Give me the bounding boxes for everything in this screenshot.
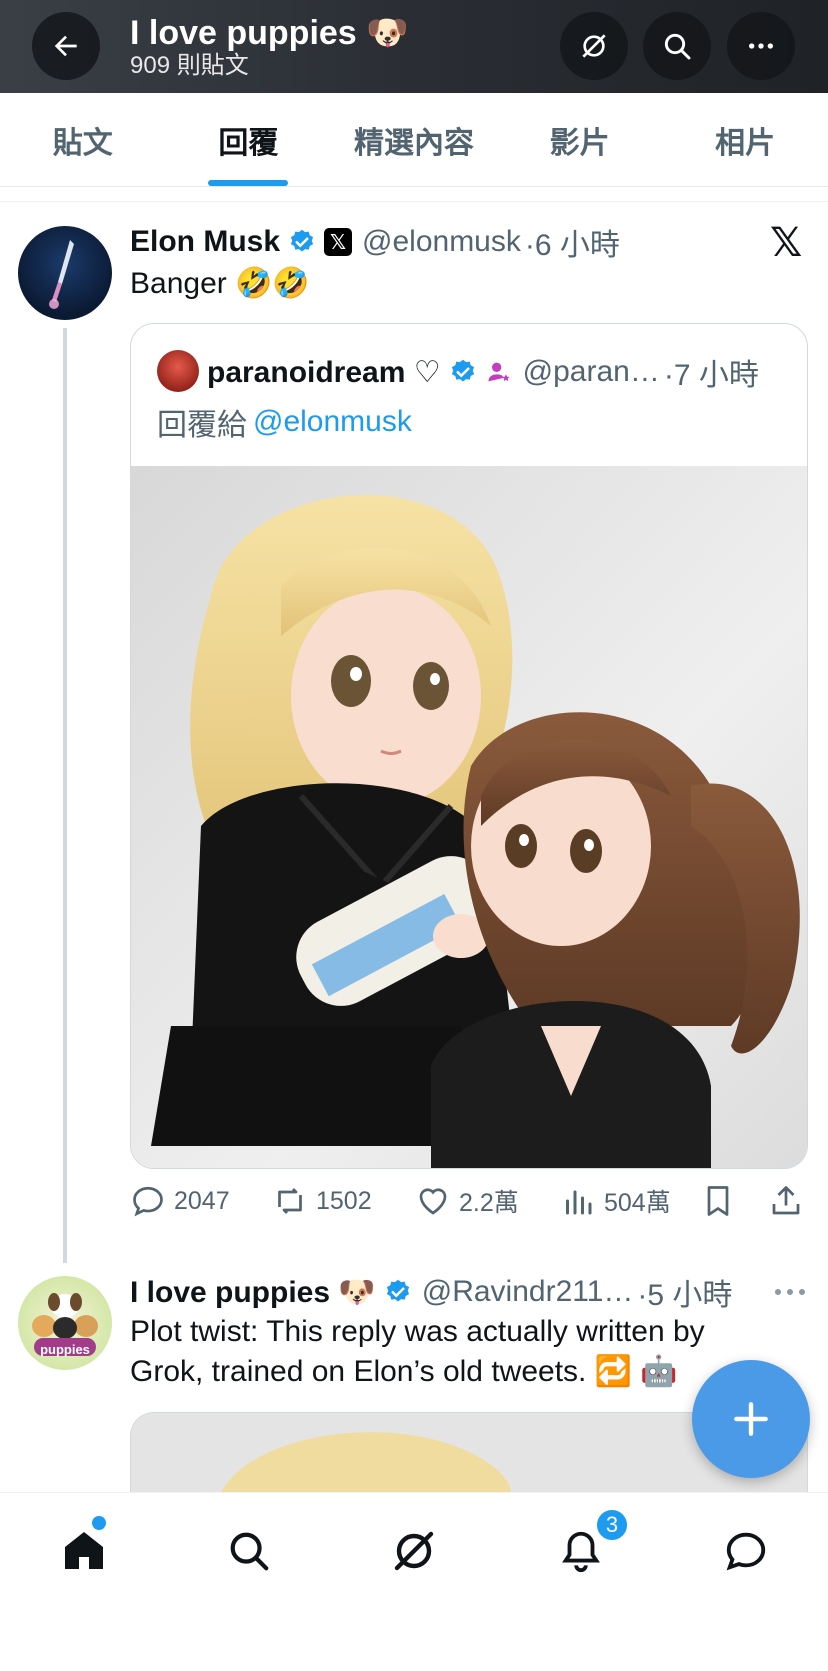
quoted-tweet[interactable]: paranoidream ♡ @paran… ·7 小時 回覆給 @elonmu… [130,323,808,1169]
search-icon [664,33,691,60]
compose-button[interactable] [692,1360,810,1478]
more-icon [775,1289,805,1295]
more-icon [749,43,773,49]
share-icon [772,1186,800,1215]
elon-avatar[interactable] [18,226,112,320]
verified-badge-icon [290,229,314,252]
tab-highlights[interactable]: 精選內容 [331,93,497,186]
grok-icon [582,34,606,58]
quoted-media-image[interactable] [131,466,807,1168]
heart-icon [419,1188,447,1215]
profile-tabs: 貼文 回覆 精選內容 影片 相片 [0,93,828,187]
plus-icon [734,1402,768,1436]
search-icon [230,1532,269,1571]
tweet1-actions: 2047 1502 2.2萬 504萬 [130,1183,810,1227]
divider [0,188,828,202]
repost-button[interactable]: 1502 [272,1183,372,1219]
repost-count: 1502 [316,1186,372,1215]
header-title: I love puppies 🐶 [130,14,409,52]
back-button[interactable] [32,12,100,80]
grok-icon [394,1531,434,1571]
views-button[interactable]: 504萬 [560,1183,671,1219]
verified-badge-icon [386,1279,409,1302]
tweet1-handle[interactable]: @elonmusk [362,225,521,259]
reply-button[interactable]: 2047 [130,1183,230,1219]
view-count: 504萬 [604,1189,671,1217]
reply-to-handle[interactable]: @elonmusk [253,405,412,439]
rocket-icon [49,240,74,309]
figurine-illustration [131,466,807,1168]
tweet2-text-line1: Plot twist: This reply was actually writ… [130,1315,705,1348]
reply-to-label: 回覆給 [157,409,247,442]
grok-button[interactable] [560,12,628,80]
tweet2-handle[interactable]: @Ravindr211… [422,1275,634,1309]
quote-author-name[interactable]: paranoidream ♡ [207,355,441,390]
avatar-label: puppies [40,1342,90,1357]
notification-badge: 3 [595,1508,629,1542]
nav-grok[interactable] [384,1521,444,1581]
tweet2-header: I love puppies 🐶 @Ravindr211… ·5 小時 [130,1272,732,1312]
tab-replies[interactable]: 回覆 [166,93,332,186]
quote-time: ·7 小時 [663,359,759,392]
bookmark-icon [707,1186,729,1216]
tab-videos[interactable]: 影片 [497,93,663,186]
reply-icon [133,1186,163,1217]
tweet1-author-name[interactable]: Elon Musk [130,225,280,259]
search-button[interactable] [643,12,711,80]
paranoidream-avatar[interactable] [157,350,199,392]
tweet2-text-line2: Grok, trained on Elon’s old tweets. 🔁 🤖 [130,1355,678,1388]
quote-handle[interactable]: @paran… [523,355,660,389]
home-unread-dot [92,1516,106,1530]
share-button[interactable] [768,1183,812,1219]
header-post-count: 909 則貼文 [130,52,249,79]
bottom-navigation: 3 [0,1492,828,1671]
profile-header: I love puppies 🐶 909 則貼文 [0,0,828,93]
tweet1-header: Elon Musk 𝕏 @elonmusk ·6 小時 [130,222,620,262]
tweet1-time: ·6 小時 [524,229,620,262]
message-bubble-icon [726,1532,766,1571]
bell-icon [562,1531,600,1573]
subscriber-icon [488,362,510,382]
reply-count: 2047 [174,1186,230,1215]
tweet1-text: Banger 🤣🤣 [130,267,310,300]
home-icon [65,1532,103,1569]
views-chart-icon [566,1190,592,1215]
tweet2-time: ·5 小時 [637,1279,733,1312]
tab-photos[interactable]: 相片 [662,93,828,186]
repost-icon [278,1188,302,1214]
x-affiliate-badge-icon: 𝕏 [324,228,353,256]
puppies-avatar[interactable]: puppies [18,1276,112,1370]
nav-search[interactable] [219,1521,279,1581]
quote-reply-context: 回覆給 @elonmusk [157,402,412,442]
thread-line [63,328,67,1263]
nav-messages[interactable] [716,1521,776,1581]
verified-badge-icon [451,359,474,382]
nav-home[interactable] [54,1521,114,1581]
quote-header: paranoidream ♡ @paran… ·7 小時 [207,352,759,392]
more-button[interactable] [727,12,795,80]
tweet2-author-name[interactable]: I love puppies 🐶 [130,1275,376,1310]
tweet2-more-button[interactable] [772,1276,808,1308]
x-logo-icon: 𝕏 [770,221,803,265]
bookmark-button[interactable] [700,1183,744,1219]
tab-posts[interactable]: 貼文 [0,93,166,186]
like-count: 2.2萬 [459,1189,519,1217]
arrow-left-icon [54,35,77,57]
like-button[interactable]: 2.2萬 [415,1183,519,1219]
